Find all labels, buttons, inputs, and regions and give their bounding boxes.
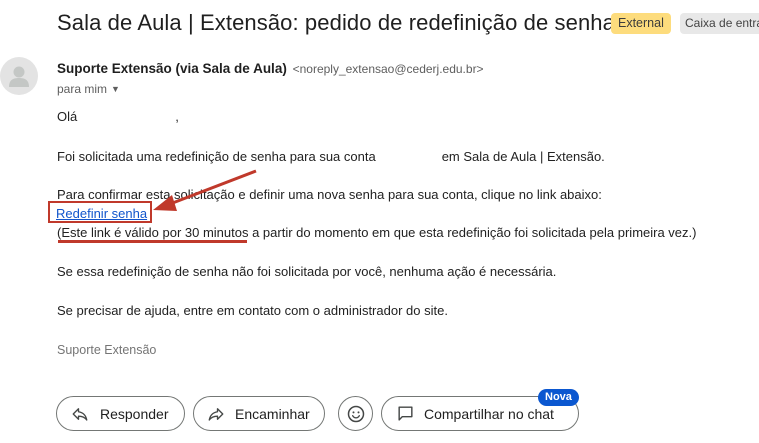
new-badge: Nova	[538, 389, 579, 406]
smiley-icon	[347, 405, 364, 422]
emoji-reaction-button[interactable]	[338, 396, 373, 431]
annotation-underline	[58, 240, 247, 243]
share-in-chat-label: Compartilhar no chat	[424, 405, 554, 422]
chat-icon	[398, 406, 413, 421]
paragraph-4: Se precisar de ajuda, entre em contato c…	[57, 303, 448, 318]
validity-note: (Este link é válido por 30 minutos a par…	[57, 225, 697, 240]
reply-button[interactable]: Responder	[56, 396, 185, 431]
forward-icon	[208, 407, 224, 421]
forward-label: Encaminhar	[235, 405, 310, 422]
paragraph-3: Se essa redefinição de senha não foi sol…	[57, 264, 557, 279]
reply-label: Responder	[100, 405, 169, 422]
reply-icon	[72, 407, 88, 421]
forward-button[interactable]: Encaminhar	[193, 396, 325, 431]
annotation-arrow	[153, 169, 257, 211]
signature: Suporte Extensão	[57, 343, 157, 357]
